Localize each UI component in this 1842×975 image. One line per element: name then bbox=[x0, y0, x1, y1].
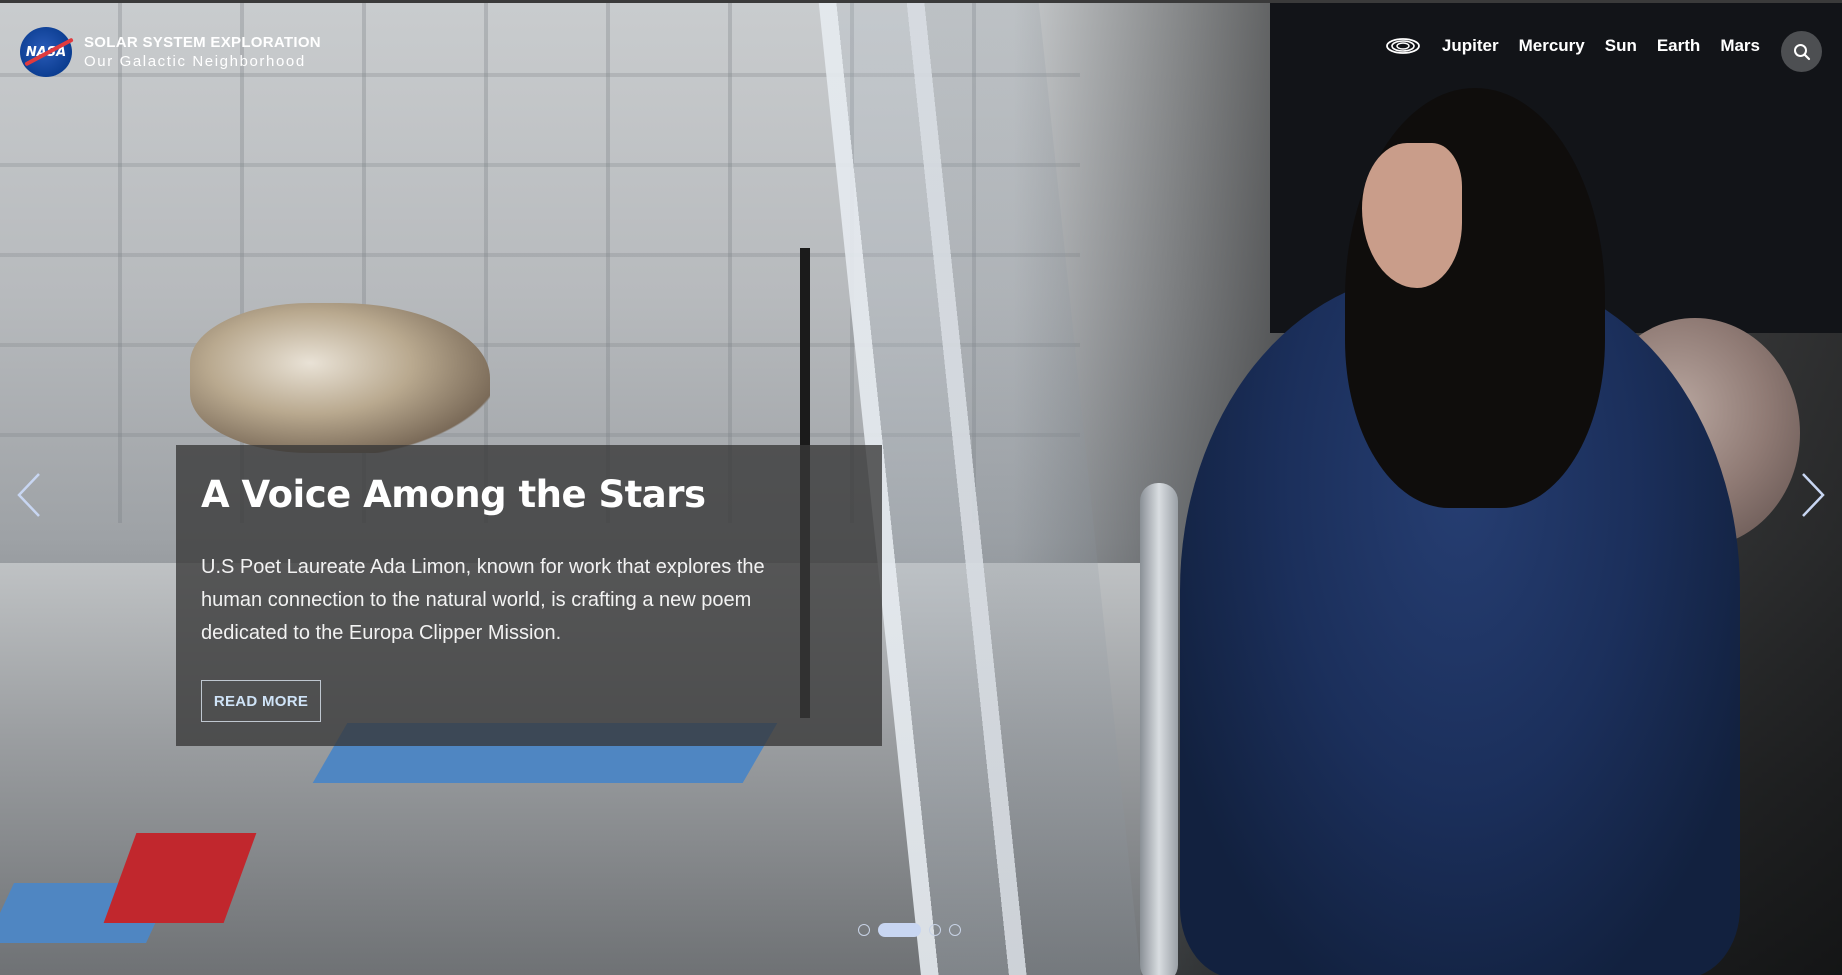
galaxy-icon[interactable] bbox=[1384, 31, 1422, 61]
search-button[interactable] bbox=[1781, 31, 1822, 72]
hero-carousel: NASA SOLAR SYSTEM EXPLORATION Our Galact… bbox=[0, 0, 1842, 975]
slide-caption-card: A Voice Among the Stars U.S Poet Laureat… bbox=[176, 445, 882, 746]
brand-subtitle: Our Galactic Neighborhood bbox=[84, 53, 306, 70]
main-nav: Jupiter Mercury Sun Earth Mars bbox=[1384, 31, 1760, 61]
carousel-prev-button[interactable] bbox=[8, 465, 48, 525]
carousel-dot-1[interactable] bbox=[858, 924, 870, 936]
nasa-logo[interactable]: NASA bbox=[20, 27, 74, 77]
chevron-right-icon bbox=[1802, 473, 1825, 517]
nav-item-mars[interactable]: Mars bbox=[1720, 36, 1760, 56]
carousel-dot-2-active[interactable] bbox=[878, 923, 921, 937]
nav-item-earth[interactable]: Earth bbox=[1657, 36, 1700, 56]
site-header: NASA SOLAR SYSTEM EXPLORATION Our Galact… bbox=[0, 3, 1842, 103]
nav-item-jupiter[interactable]: Jupiter bbox=[1442, 36, 1499, 56]
search-icon bbox=[1793, 43, 1810, 60]
carousel-pagination bbox=[858, 923, 961, 937]
slide-title: A Voice Among the Stars bbox=[201, 473, 706, 516]
nav-item-mercury[interactable]: Mercury bbox=[1519, 36, 1585, 56]
read-more-button[interactable]: READ MORE bbox=[201, 680, 321, 722]
carousel-dot-4[interactable] bbox=[949, 924, 961, 936]
carousel-dot-3[interactable] bbox=[929, 924, 941, 936]
brand-title[interactable]: SOLAR SYSTEM EXPLORATION bbox=[84, 34, 321, 51]
chevron-left-icon bbox=[17, 473, 40, 517]
carousel-next-button[interactable] bbox=[1794, 465, 1834, 525]
nav-item-sun[interactable]: Sun bbox=[1605, 36, 1637, 56]
slide-description: U.S Poet Laureate Ada Limon, known for w… bbox=[201, 556, 765, 644]
